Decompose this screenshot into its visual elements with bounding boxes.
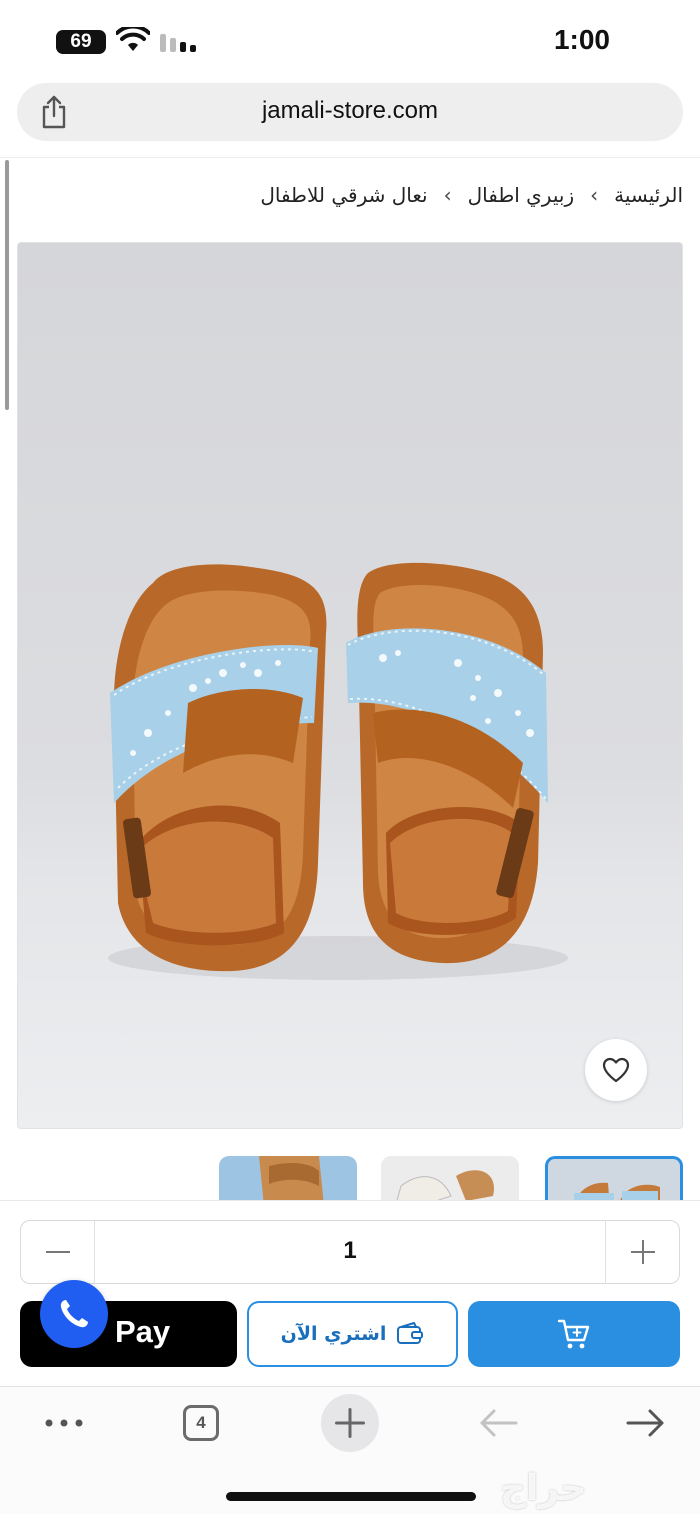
add-to-cart-button[interactable] xyxy=(468,1301,680,1367)
wifi-icon xyxy=(116,27,150,51)
url-text[interactable]: jamali-store.com xyxy=(17,97,683,125)
home-indicator xyxy=(226,1492,476,1501)
plus-icon xyxy=(630,1240,655,1264)
status-bar: 69 1:00 xyxy=(0,0,700,80)
breadcrumb-item-category[interactable]: زبيري اطفال xyxy=(468,183,575,207)
new-tab-circle xyxy=(321,1394,379,1452)
breadcrumb: الرئيسية › زبيري اطفال › نعال شرقي للاطف… xyxy=(260,180,683,210)
right-sandal xyxy=(346,562,548,964)
product-image[interactable] xyxy=(17,242,683,1129)
forward-button[interactable] xyxy=(616,1400,676,1446)
page-root: 69 1:00 jamali-store.com الرئيسية › زبير… xyxy=(0,0,700,1514)
more-dots-icon xyxy=(45,1419,83,1427)
thumbnail-image xyxy=(381,1170,519,1206)
signal-icon xyxy=(160,34,196,52)
breadcrumb-separator: › xyxy=(590,183,599,207)
whatsapp-button[interactable] xyxy=(40,1280,108,1348)
buy-now-button[interactable]: اشتري الآن xyxy=(247,1301,458,1367)
quantity-stepper: 1 xyxy=(20,1220,680,1284)
battery-indicator: 69 xyxy=(56,30,106,54)
buy-now-label: اشتري الآن xyxy=(280,1323,387,1345)
arrow-right-icon xyxy=(626,1409,664,1437)
tabs-count: 4 xyxy=(183,1405,219,1441)
arrow-left-icon xyxy=(480,1409,518,1437)
heart-icon xyxy=(602,1057,630,1083)
tabs-button[interactable]: 4 xyxy=(171,1400,231,1446)
minus-icon xyxy=(45,1251,70,1253)
cart-icon xyxy=(557,1319,590,1349)
breadcrumb-separator: › xyxy=(443,183,452,207)
page-scrollbar[interactable] xyxy=(5,160,9,410)
plus-icon xyxy=(335,1408,365,1438)
thumbnail-image xyxy=(259,1156,324,1206)
back-button[interactable] xyxy=(468,1400,528,1446)
status-time: 1:00 xyxy=(553,24,610,55)
address-bar[interactable]: jamali-store.com xyxy=(17,83,683,141)
quantity-value[interactable]: 1 xyxy=(95,1237,605,1265)
sandals-illustration xyxy=(108,562,568,980)
haraj-watermark: حراج xyxy=(500,1468,587,1509)
wallet-icon xyxy=(397,1322,424,1344)
top-divider xyxy=(0,157,700,158)
thumbnail-2[interactable] xyxy=(381,1156,519,1206)
left-sandal xyxy=(110,564,327,972)
thumbnail-image xyxy=(573,1182,660,1206)
whatsapp-icon xyxy=(60,1300,88,1328)
apple-pay-label: Pay xyxy=(115,1314,171,1349)
thumbnail-3[interactable] xyxy=(219,1156,357,1206)
quantity-decrease-button[interactable] xyxy=(21,1221,95,1283)
wishlist-button[interactable] xyxy=(585,1039,647,1101)
breadcrumb-item-current: نعال شرقي للاطفال xyxy=(260,183,428,207)
thumbnail-1[interactable] xyxy=(545,1156,683,1206)
breadcrumb-item-home[interactable]: الرئيسية xyxy=(614,183,683,207)
quantity-increase-button[interactable] xyxy=(605,1221,679,1283)
more-menu-button[interactable] xyxy=(34,1400,94,1446)
new-tab-button[interactable] xyxy=(320,1394,380,1452)
